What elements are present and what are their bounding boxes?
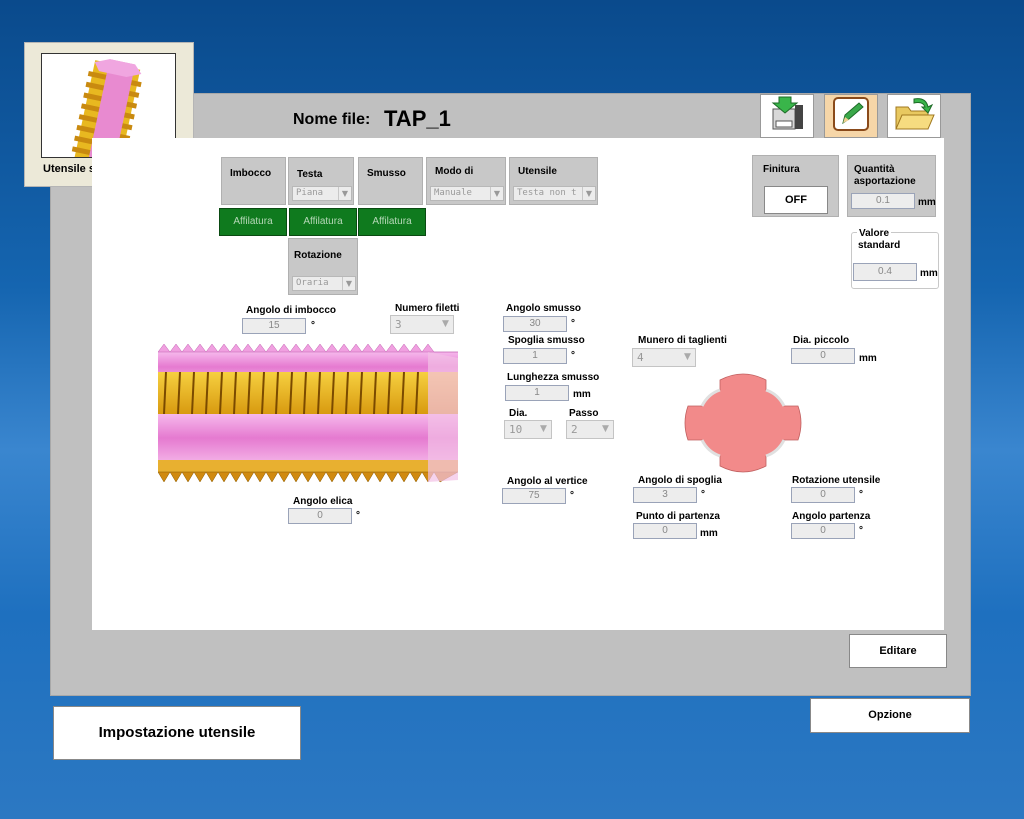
open-folder-button[interactable]: [887, 94, 941, 138]
angolo-vertice-field[interactable]: 75: [502, 488, 566, 504]
spoglia-smusso-unit: °: [571, 350, 575, 361]
angolo-vertice-unit: °: [570, 490, 574, 501]
angolo-imbocco-unit: °: [311, 320, 315, 331]
rotazione-utensile-label: Rotazione utensile: [792, 475, 881, 486]
tap-profile-drawing: [157, 340, 459, 495]
save-file-icon: [767, 95, 807, 138]
utensile-select[interactable]: Testa non t ▼: [513, 186, 596, 201]
testa-select[interactable]: Piana ▼: [292, 186, 352, 201]
passo-label: Passo: [569, 408, 599, 419]
edit-pencil-icon: [831, 95, 871, 138]
smusso-group: Smusso: [358, 157, 423, 205]
lunghezza-smusso-unit: mm: [573, 389, 591, 400]
angolo-elica-field[interactable]: 0: [288, 508, 352, 524]
chevron-down-icon: ▼: [602, 424, 609, 434]
numero-filetti-label: Numero filetti: [395, 303, 460, 314]
modo-group: Modo di Manuale ▼: [426, 157, 506, 205]
angolo-vertice-label: Angolo al vertice: [507, 476, 588, 487]
save-file-button[interactable]: [760, 94, 814, 138]
chevron-down-icon: ▼: [582, 187, 595, 200]
angolo-partenza-unit: °: [859, 525, 863, 536]
chevron-down-icon: ▼: [684, 352, 691, 362]
quantita-field[interactable]: 0.1: [851, 193, 915, 209]
quantita-label-1: Quantità: [854, 164, 895, 175]
testa-group: Testa Piana ▼: [288, 157, 354, 205]
dia-piccolo-field[interactable]: 0: [791, 348, 855, 364]
rotazione-label: Rotazione: [294, 250, 342, 261]
quantita-unit: mm: [918, 197, 936, 208]
finitura-group: Finitura OFF: [752, 155, 839, 217]
numero-taglienti-label: Munero di taglienti: [638, 335, 727, 346]
smusso-affilatura-button[interactable]: Affilatura: [358, 208, 426, 236]
imbocco-label: Imbocco: [230, 168, 272, 179]
edit-button[interactable]: [824, 94, 878, 138]
valore-standard-field[interactable]: 0.4: [853, 263, 917, 281]
lunghezza-smusso-label: Lunghezza smusso: [507, 372, 600, 383]
angolo-spoglia-label: Angolo di spoglia: [638, 475, 722, 486]
numero-filetti-select[interactable]: 3 ▼: [390, 315, 454, 334]
file-name-label: Nome file:: [293, 111, 371, 128]
valore-standard-label-1: Valore: [857, 228, 892, 239]
imbocco-affilatura-button[interactable]: Affilatura: [219, 208, 287, 236]
angolo-spoglia-unit: °: [701, 489, 705, 500]
spoglia-smusso-label: Spoglia smusso: [508, 335, 585, 346]
rotazione-group: Rotazione Oraria ▼: [288, 238, 358, 295]
finitura-label: Finitura: [763, 164, 800, 175]
finitura-toggle[interactable]: OFF: [764, 186, 828, 214]
rotazione-select[interactable]: Oraria ▼: [292, 276, 356, 291]
chevron-down-icon: ▼: [342, 277, 355, 290]
utensile-label: Utensile: [518, 166, 557, 177]
chevron-down-icon: ▼: [442, 319, 449, 329]
angolo-spoglia-field[interactable]: 3: [633, 487, 697, 503]
angolo-partenza-label: Angolo partenza: [792, 511, 871, 522]
dia-piccolo-label: Dia. piccolo: [793, 335, 850, 346]
modo-label: Modo di: [435, 166, 474, 177]
valore-standard-label-2: standard: [858, 240, 901, 251]
quantita-label-2: asportazione: [854, 176, 916, 187]
chevron-down-icon: ▼: [540, 424, 547, 434]
punto-partenza-field[interactable]: 0: [633, 523, 697, 539]
angolo-smusso-field[interactable]: 30: [503, 316, 567, 332]
lunghezza-smusso-field[interactable]: 1: [505, 385, 569, 401]
dia-label: Dia.: [509, 408, 528, 419]
imbocco-group: Imbocco: [221, 157, 286, 205]
angolo-partenza-field[interactable]: 0: [791, 523, 855, 539]
angolo-smusso-label: Angolo smusso: [506, 303, 582, 314]
punto-partenza-unit: mm: [700, 528, 718, 539]
smusso-label: Smusso: [367, 168, 406, 179]
passo-select[interactable]: 2 ▼: [566, 420, 614, 439]
file-name-value: TAP_1: [384, 106, 451, 131]
numero-taglienti-select[interactable]: 4 ▼: [632, 348, 696, 367]
angolo-smusso-unit: °: [571, 318, 575, 329]
open-folder-icon: [892, 95, 936, 138]
editare-button[interactable]: Editare: [849, 634, 947, 668]
rotazione-utensile-unit: °: [859, 489, 863, 500]
angolo-elica-label: Angolo elica: [293, 496, 353, 507]
valore-standard-unit: mm: [920, 268, 938, 279]
rotazione-utensile-field[interactable]: 0: [791, 487, 855, 503]
utensile-group: Utensile Testa non t ▼: [509, 157, 598, 205]
tap-cross-section-drawing: [680, 368, 806, 478]
testa-affilatura-button[interactable]: Affilatura: [289, 208, 357, 236]
angolo-elica-unit: °: [356, 510, 360, 521]
spoglia-smusso-field[interactable]: 1: [503, 348, 567, 364]
chevron-down-icon: ▼: [338, 187, 351, 200]
dia-select[interactable]: 10 ▼: [504, 420, 552, 439]
angolo-imbocco-label: Angolo di imbocco: [246, 305, 336, 316]
modo-select[interactable]: Manuale ▼: [430, 186, 504, 201]
testa-label: Testa: [297, 169, 323, 180]
chevron-down-icon: ▼: [490, 187, 503, 200]
punto-partenza-label: Punto di partenza: [636, 511, 720, 522]
angolo-imbocco-field[interactable]: 15: [242, 318, 306, 334]
dia-piccolo-unit: mm: [859, 353, 877, 364]
opzione-button[interactable]: Opzione: [810, 698, 970, 733]
impostazione-utensile-button[interactable]: Impostazione utensile: [53, 706, 301, 760]
